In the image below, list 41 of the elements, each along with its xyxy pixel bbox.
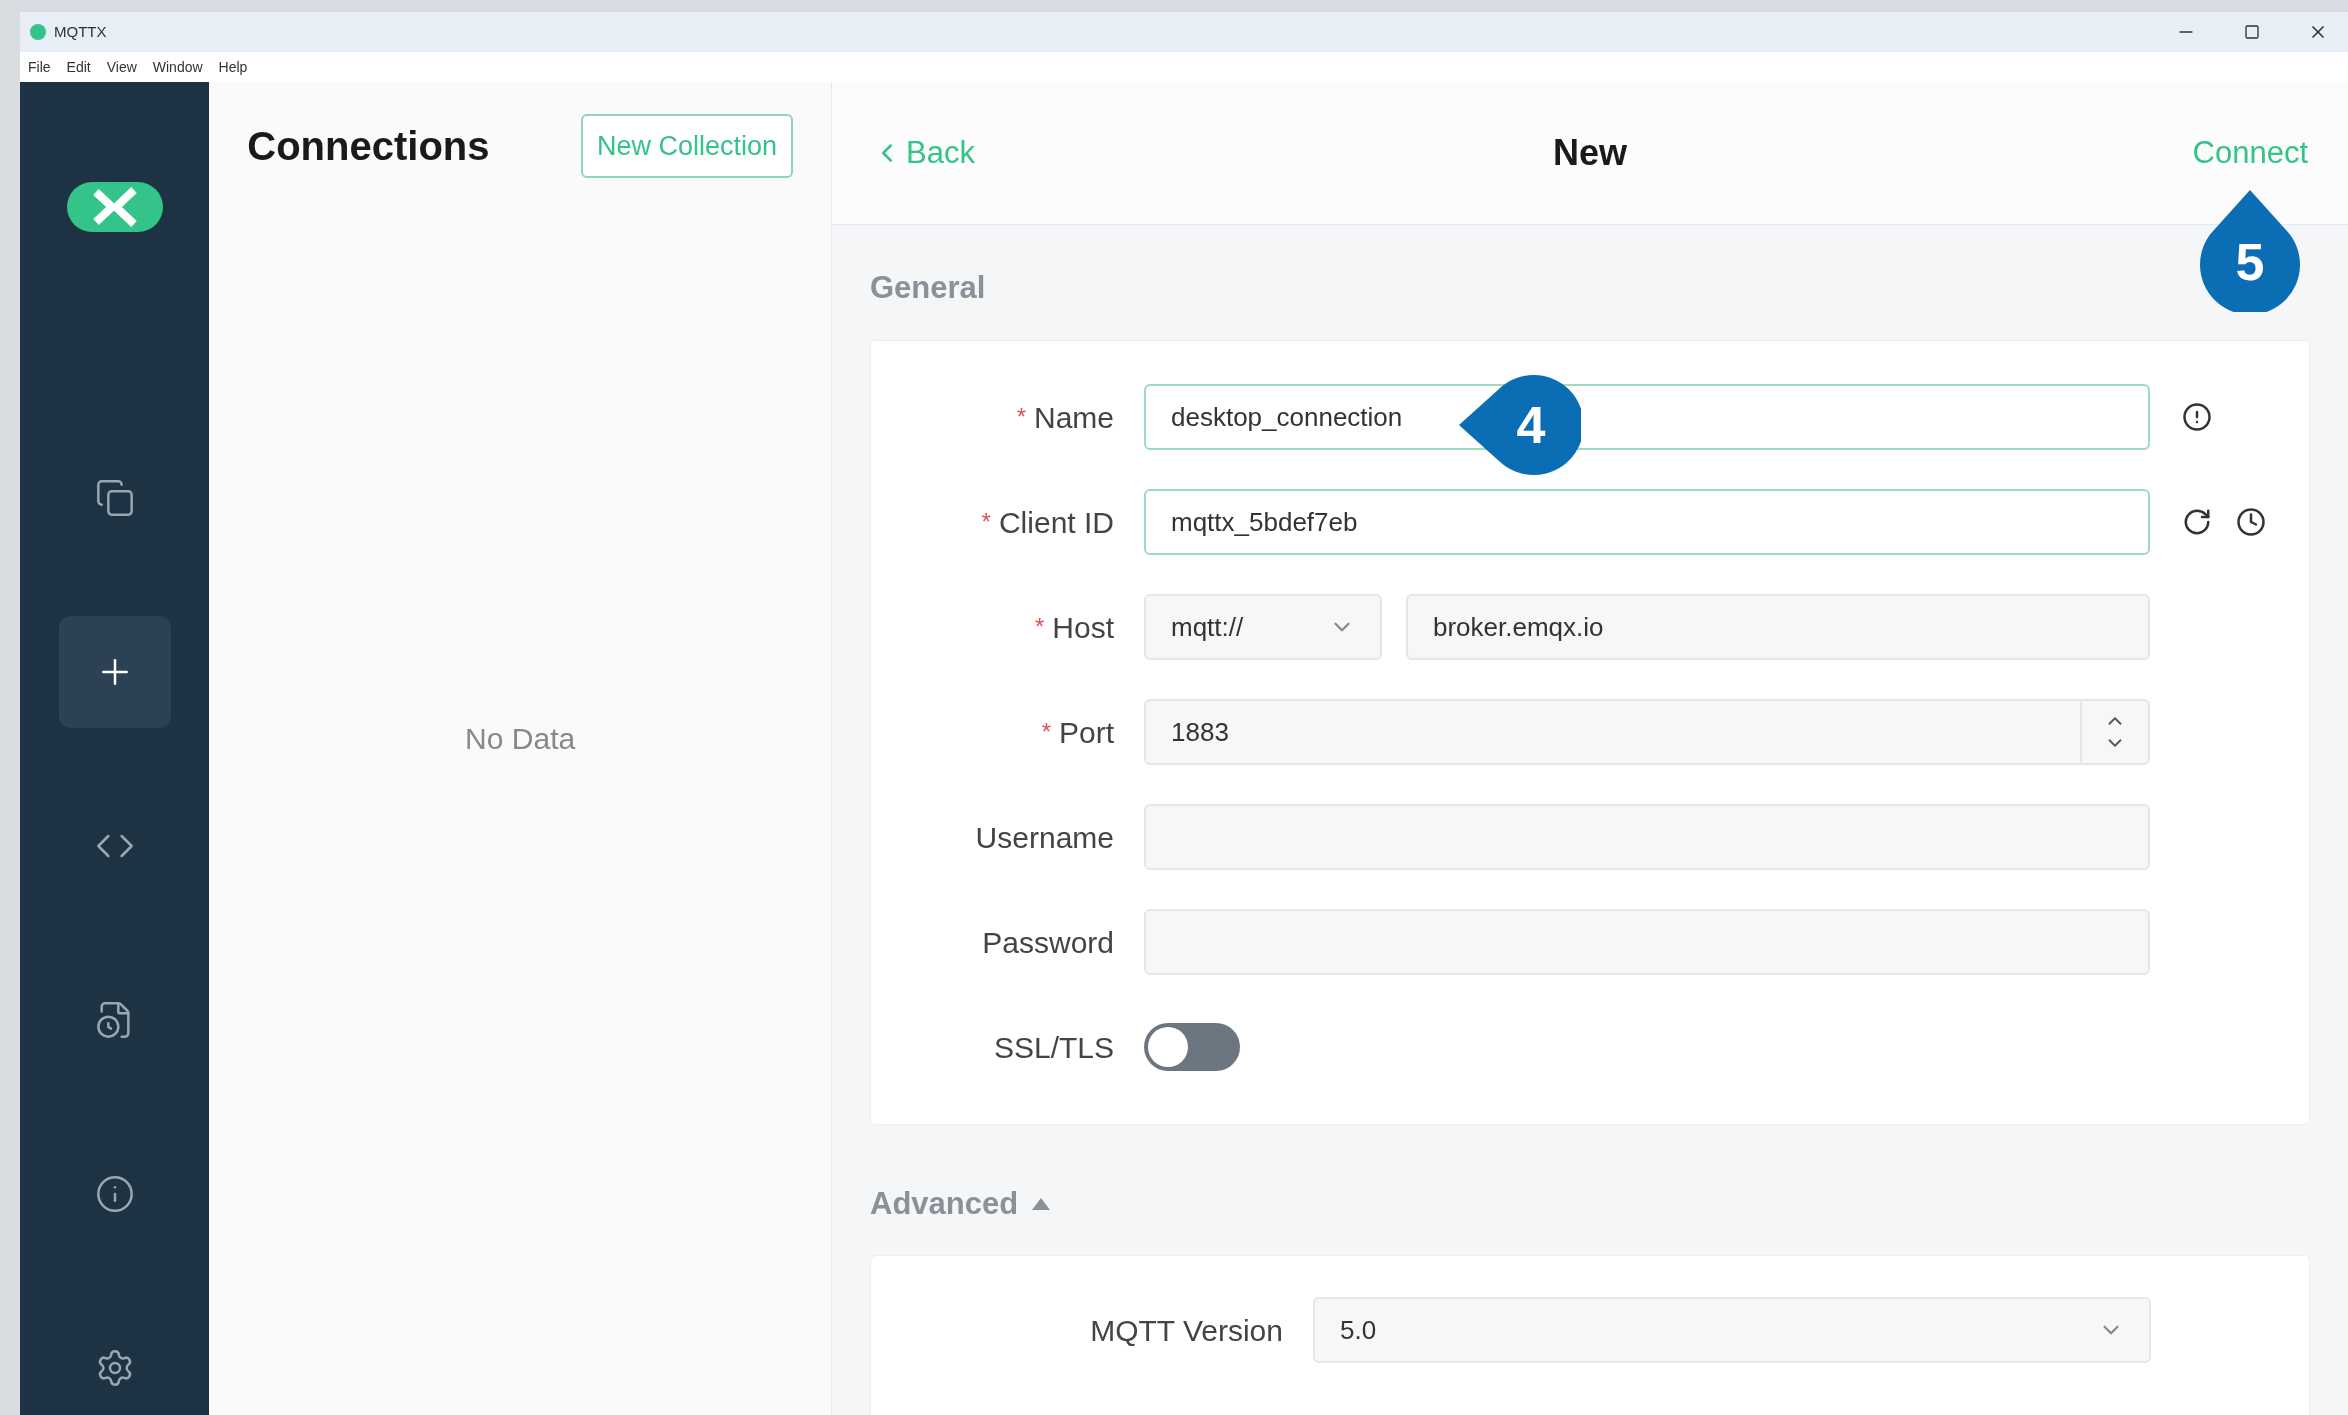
text-field[interactable] [1144, 804, 2150, 870]
info-icon [94, 1174, 135, 1214]
section-title: General [870, 269, 987, 307]
app-logo-icon [30, 24, 46, 40]
field-label: Client ID [998, 504, 1114, 541]
field-label: Username [975, 819, 1114, 856]
maximize-icon[interactable] [2244, 24, 2260, 40]
required-asterisk: * [1016, 402, 1026, 432]
field-label: SSL/TLS [993, 1029, 1114, 1066]
menu-item[interactable]: File [28, 56, 51, 78]
text-field[interactable]: mqttx_5bdef7eb [1144, 489, 2150, 555]
page-title: New [1552, 131, 1628, 175]
menu-item[interactable]: Edit [66, 56, 91, 78]
window-title: MQTTX [54, 21, 108, 42]
section-title: Advanced [870, 1184, 1019, 1223]
protocol-select[interactable]: mqtt:// [1144, 594, 1382, 660]
app-logo-icon [66, 182, 163, 232]
callout-badge: 5 [2200, 190, 2300, 312]
panel-title: Connections [247, 123, 490, 170]
field-label: Host [1052, 609, 1114, 646]
empty-message: No Data [465, 721, 576, 757]
field-label: Name [1033, 399, 1114, 436]
menu-item[interactable]: View [106, 56, 137, 78]
menu-item[interactable]: Window [152, 56, 203, 78]
clock-icon[interactable] [2236, 507, 2266, 537]
alert-icon[interactable] [2182, 402, 2212, 432]
callout-badge: 4 [1459, 375, 1581, 475]
menu-item[interactable]: Help [218, 56, 248, 78]
host-field[interactable]: broker.emqx.io [1406, 594, 2150, 660]
text-field[interactable] [1144, 909, 2150, 975]
refresh-icon[interactable] [2182, 507, 2212, 537]
required-asterisk: * [1034, 612, 1045, 642]
field-label: Port [1058, 714, 1114, 751]
required-asterisk: * [1041, 717, 1051, 747]
field-label: Password [982, 924, 1114, 961]
toggle-switch[interactable] [1144, 1023, 1240, 1071]
version-select[interactable]: 5.0 [1313, 1297, 2151, 1363]
copy-icon [94, 478, 135, 518]
required-asterisk: * [981, 507, 991, 537]
port-field[interactable]: 1883 [1144, 699, 2150, 765]
field-label: MQTT Version [1090, 1312, 1283, 1349]
